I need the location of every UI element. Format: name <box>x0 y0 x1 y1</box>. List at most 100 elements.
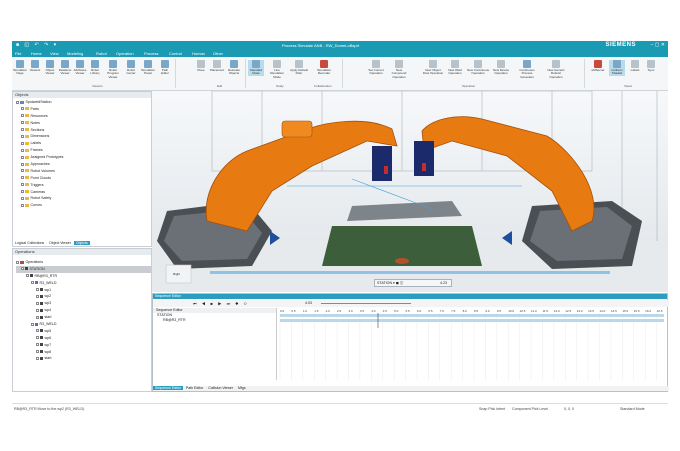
gantt-area[interactable]: 0.0 0.5 1.0 1.5 2.0 2.5 3.0 3.5 4.0 4.5 5.0 5.5 6.0 6… <box>278 308 666 380</box>
tree-item-waypoint[interactable]: wp4 <box>16 307 151 314</box>
new-continuous-operation-button[interactable]: New Continuous Operation <box>467 60 489 76</box>
menu-home[interactable]: Home <box>31 51 42 56</box>
gantt-bar[interactable] <box>280 314 664 317</box>
emserver-button[interactable]: eMServer <box>590 60 606 72</box>
quick-access-toolbar[interactable]: ■ ◱ ↶ ↷ ▾ <box>16 42 58 48</box>
move-button[interactable]: Move <box>194 60 208 72</box>
collision-shaded-button[interactable]: Collision Shaded <box>609 60 625 76</box>
tab-collision-viewer[interactable]: Collision Viewer <box>206 386 235 390</box>
placement-icon <box>213 60 221 68</box>
tree-item-triggers[interactable]: Triggers <box>16 182 151 189</box>
3d-viewport[interactable]: Right STATION ▾ ◼ ◫ 4.23 <box>152 91 668 292</box>
tree-item-approaches[interactable]: Approaches <box>16 161 151 168</box>
tree-item-waypoint[interactable]: wp1 <box>16 287 151 294</box>
tab-mfgs[interactable]: Mfgs <box>236 386 248 390</box>
menu-view[interactable]: View <box>50 51 59 56</box>
menu-file[interactable]: File <box>15 51 21 56</box>
tree-item-point-clouds[interactable]: Point Clouds <box>16 175 151 182</box>
tree-item-waypoint[interactable]: start <box>16 355 151 362</box>
window-controls[interactable]: – ▢ ✕ <box>651 42 665 48</box>
new-object-flow-operation-button[interactable]: New Object Flow Operation <box>422 60 444 76</box>
continuous-icon <box>474 60 482 68</box>
new-weld-operation-button[interactable]: New Weld Operation <box>445 60 465 76</box>
menu-operation[interactable]: Operation <box>116 51 134 56</box>
standard-mode-button[interactable]: Standard Mode <box>248 60 264 76</box>
speed-slider[interactable] <box>321 303 411 304</box>
robot-center-button[interactable]: Robot Center <box>124 60 138 76</box>
new-compound-operation-button[interactable]: New Compound Operation <box>389 60 409 79</box>
object-viewer-button[interactable]: Object Viewer <box>43 60 57 76</box>
menu-other[interactable]: Other <box>213 51 223 56</box>
tree-item-curves[interactable]: Curves <box>16 202 151 209</box>
snap-pick-intent[interactable]: Snap Pick Intent <box>479 407 505 411</box>
tree-item-waypoint[interactable]: wp5 <box>16 328 151 335</box>
tree-item-robot-op[interactable]: RB@R3_RTR <box>16 273 151 280</box>
pick-level[interactable]: Component Pick Level <box>512 407 548 411</box>
tab-sequence-editor[interactable]: Sequence Editor <box>153 386 183 390</box>
tree-item-dimensions[interactable]: Dimensions <box>16 133 151 140</box>
relations-viewer-button[interactable]: Relations Viewer <box>58 60 72 76</box>
playback-controls[interactable]: ⏮ ◀ ■ ▶ ⏭ ◆ ◇ <box>193 301 249 306</box>
tree-item-robot-volumes[interactable]: Robot Volumes <box>16 168 151 175</box>
tree-item-station[interactable]: SpotweldStation <box>16 99 151 106</box>
robot-program-viewer-button[interactable]: Robot Program Viewer <box>103 60 123 79</box>
viewport-selector[interactable]: STATION ▾ ◼ ◫ <box>377 281 403 285</box>
tree-item-labels[interactable]: Labels <box>16 140 151 147</box>
viewport-bottom-bar[interactable]: STATION ▾ ◼ ◫ 4.23 <box>374 279 452 287</box>
attributes-viewer-button[interactable]: Attributes Viewer <box>73 60 87 76</box>
simulation-page-button[interactable]: Simulation Page <box>13 60 27 76</box>
gantt-bar[interactable] <box>280 319 664 322</box>
tree-item-cameras[interactable]: Cameras <box>16 189 151 196</box>
new-device-operation-button[interactable]: New Device Operation <box>491 60 511 76</box>
waypoint-icon <box>40 343 43 347</box>
tree-item-frames[interactable]: Frames <box>16 147 151 154</box>
continuous-process-generator-button[interactable]: Continuous Process Generator <box>515 60 539 79</box>
relocate-objects-button[interactable]: Relocate Objects <box>226 60 242 76</box>
path-editor-button[interactable]: Path Editor <box>158 60 172 76</box>
waypoint-icon <box>40 350 43 354</box>
menu-control[interactable]: Control <box>169 51 182 56</box>
tree-item-waypoint[interactable]: wp6 <box>16 335 151 342</box>
objects-panel-tabs: Logical Collections Object Viewer Object… <box>13 241 151 246</box>
robot-library-button[interactable]: Robot Library <box>88 60 102 76</box>
tree-item-waypoint[interactable]: start <box>16 314 151 321</box>
tree-item-waypoint[interactable]: wp2 <box>16 293 151 300</box>
menu-process[interactable]: Process <box>144 51 158 56</box>
line-simulation-mode-button[interactable]: Line Simulation Mode <box>267 60 287 79</box>
tree-item-parts[interactable]: Parts <box>16 106 151 113</box>
tab-path-editor[interactable]: Path Editor <box>184 386 205 390</box>
tree-item-weld-op[interactable]: R3_WELD <box>16 280 151 287</box>
collision-icon <box>613 60 621 68</box>
labels-button[interactable]: Labels <box>628 60 642 72</box>
tree-item-station-op[interactable]: STATION <box>16 265 151 273</box>
simulation-panel-button[interactable]: Simulation Panel <box>139 60 157 76</box>
simulation-recorder-button[interactable]: Simulation Recorder <box>312 60 336 76</box>
object-viewer-icon <box>46 60 54 68</box>
sequence-row[interactable]: RB@R3_RTR <box>153 318 276 323</box>
tree-item-robot-safety[interactable]: Robot Safety <box>16 195 151 202</box>
tab-object-viewer[interactable]: Object Viewer <box>47 241 73 245</box>
tree-item-operations[interactable]: Operations <box>16 259 151 266</box>
menu-robot[interactable]: Robot <box>96 51 107 56</box>
view-cube-label[interactable]: Right <box>173 272 180 276</box>
set-current-operation-button[interactable]: Set Current Operation <box>366 60 386 76</box>
tree-item-resources[interactable]: Resources <box>16 113 151 120</box>
placement-button[interactable]: Placement <box>210 60 224 72</box>
menu-modeling[interactable]: Modeling <box>67 51 83 56</box>
gantt-tick-label: 0.5 <box>291 309 296 313</box>
tree-item-notes[interactable]: Notes <box>16 120 151 127</box>
tab-logical-collections[interactable]: Logical Collections <box>13 241 46 245</box>
tree-item-waypoint[interactable]: wp7 <box>16 342 151 349</box>
tree-item-assigned-prototypes[interactable]: Assigned Prototypes <box>16 154 151 161</box>
sync-button[interactable]: Sync <box>644 60 658 72</box>
tree-item-sections[interactable]: Sections <box>16 127 151 134</box>
viewers-button[interactable]: Viewers <box>28 60 42 72</box>
menu-human[interactable]: Human <box>192 51 205 56</box>
sequence-toolbar[interactable]: ⏮ ◀ ■ ▶ ⏭ ◆ ◇ 4.03 <box>153 300 669 307</box>
tab-objects[interactable]: Objects <box>73 241 90 245</box>
apply-default-filter-button[interactable]: Apply Default Filter <box>290 60 308 76</box>
new-generic-robotic-operation-button[interactable]: New Generic Robotic Operation <box>544 60 568 79</box>
tree-item-waypoint[interactable]: wp8 <box>16 349 151 356</box>
tree-item-waypoint[interactable]: wp3 <box>16 300 151 307</box>
tree-item-weld-op[interactable]: R3_WELD <box>16 321 151 328</box>
